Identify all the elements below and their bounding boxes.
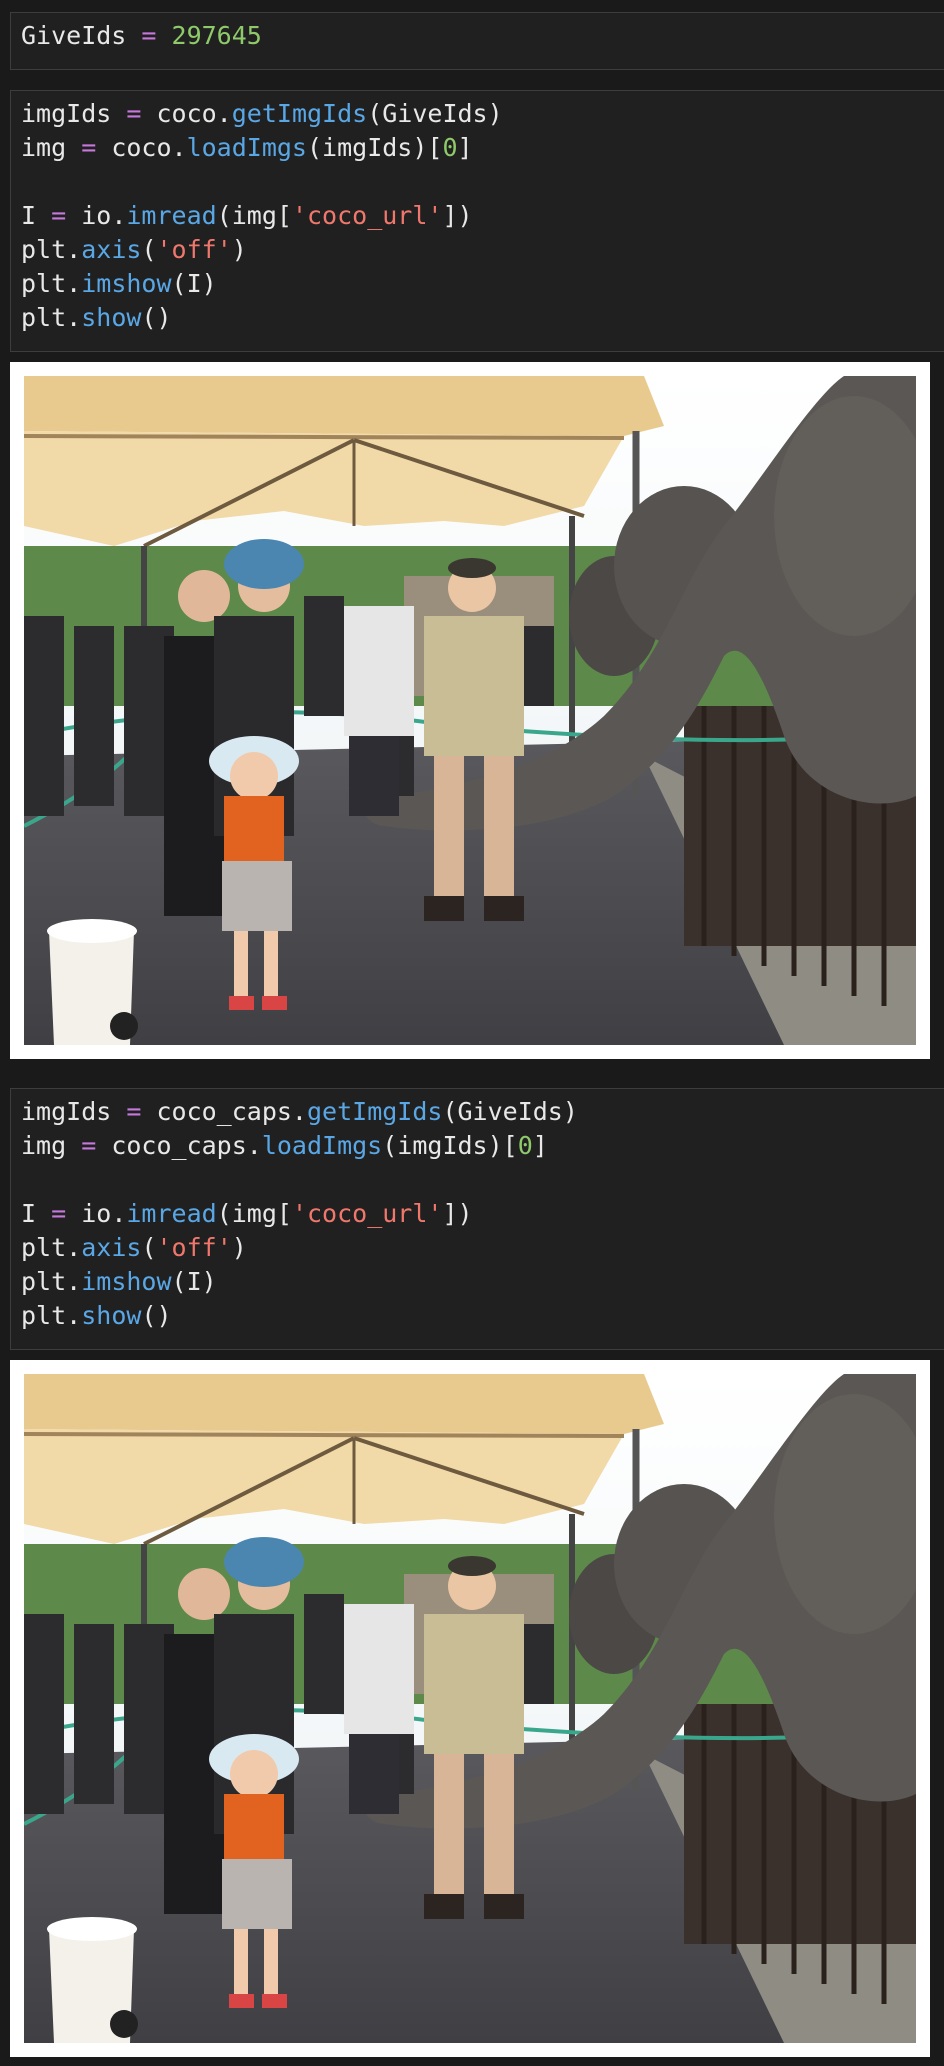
code-token: plt. bbox=[21, 1267, 82, 1296]
code-token: imgIds bbox=[21, 99, 112, 128]
code-line: GiveIds = 297645 bbox=[21, 19, 939, 53]
code-line: plt.axis('off') bbox=[21, 233, 939, 267]
code-token: imread bbox=[126, 201, 217, 230]
code-token: () bbox=[141, 1301, 172, 1330]
code-cell-3[interactable]: imgIds = coco_caps.getImgIds(GiveIds) img… bbox=[10, 1088, 944, 1350]
code-token: coco_caps. bbox=[156, 1097, 307, 1126]
code-line: plt.show() bbox=[21, 1299, 939, 1333]
code-line: imgIds = coco.getImgIds(GiveIds) bbox=[21, 97, 939, 131]
code-token: loadImgs bbox=[186, 133, 307, 162]
code-token: () bbox=[141, 303, 172, 332]
code-token: axis bbox=[81, 1233, 142, 1262]
code-token: = bbox=[111, 1097, 157, 1126]
code-token: ]) bbox=[442, 1199, 473, 1228]
code-token: = bbox=[66, 133, 112, 162]
code-block-1: GiveIds = 297645 bbox=[21, 19, 939, 53]
code-token: img bbox=[21, 1131, 67, 1160]
code-token: plt. bbox=[21, 303, 82, 332]
code-line: imgIds = coco_caps.getImgIds(GiveIds) bbox=[21, 1095, 939, 1129]
code-token: ] bbox=[457, 133, 473, 162]
elephant-feeding-photo bbox=[24, 1374, 916, 2043]
code-token: GiveIds bbox=[21, 21, 127, 50]
code-token: ) bbox=[231, 1233, 247, 1262]
code-token: img bbox=[21, 133, 67, 162]
code-token: (img[ bbox=[216, 201, 292, 230]
code-token: getImgIds bbox=[231, 99, 368, 128]
code-token: = bbox=[36, 1199, 82, 1228]
code-token: coco. bbox=[156, 99, 232, 128]
code-token: io. bbox=[81, 201, 127, 230]
code-token: io. bbox=[81, 1199, 127, 1228]
code-token: plt. bbox=[21, 235, 82, 264]
code-cell-1[interactable]: GiveIds = 297645 bbox=[10, 12, 944, 70]
code-token: (img[ bbox=[216, 1199, 292, 1228]
code-token: = bbox=[66, 1131, 112, 1160]
code-token: ( bbox=[141, 235, 157, 264]
code-token: (GiveIds) bbox=[442, 1097, 578, 1126]
code-token: ) bbox=[231, 235, 247, 264]
output-image-1 bbox=[10, 362, 930, 1059]
code-token: 'coco_url' bbox=[291, 201, 443, 230]
code-token: show bbox=[81, 1301, 142, 1330]
code-token: I bbox=[21, 1199, 37, 1228]
code-line: img = coco_caps.loadImgs(imgIds)[0] bbox=[21, 1129, 939, 1163]
code-token: 'coco_url' bbox=[291, 1199, 443, 1228]
code-token: show bbox=[81, 303, 142, 332]
code-token: 0 bbox=[517, 1131, 533, 1160]
code-token: axis bbox=[81, 235, 142, 264]
elephant-feeding-photo bbox=[24, 376, 916, 1045]
code-token: loadImgs bbox=[261, 1131, 383, 1160]
code-token: imread bbox=[126, 1199, 217, 1228]
code-token: imgIds bbox=[21, 1097, 112, 1126]
code-token: (GiveIds) bbox=[367, 99, 503, 128]
code-token: coco_caps. bbox=[111, 1131, 262, 1160]
code-token: plt. bbox=[21, 1233, 82, 1262]
code-line: I = io.imread(img['coco_url']) bbox=[21, 199, 939, 233]
code-line: plt.axis('off') bbox=[21, 1231, 939, 1265]
code-token: 'off' bbox=[156, 1233, 232, 1262]
code-token: plt. bbox=[21, 269, 82, 298]
code-line: plt.imshow(I) bbox=[21, 1265, 939, 1299]
code-block-3: imgIds = coco_caps.getImgIds(GiveIds) img… bbox=[21, 1095, 939, 1333]
code-line: I = io.imread(img['coco_url']) bbox=[21, 1197, 939, 1231]
code-token: ]) bbox=[442, 201, 473, 230]
code-token: (imgIds)[ bbox=[307, 133, 443, 162]
code-token: plt. bbox=[21, 1301, 82, 1330]
code-token: ( bbox=[141, 1233, 157, 1262]
code-token: getImgIds bbox=[306, 1097, 443, 1126]
code-token: (I) bbox=[171, 1267, 217, 1296]
code-token: = bbox=[111, 99, 157, 128]
code-line: plt.imshow(I) bbox=[21, 267, 939, 301]
code-token: = bbox=[36, 201, 82, 230]
code-token: = bbox=[126, 21, 172, 50]
code-token: I bbox=[21, 201, 37, 230]
code-line: img = coco.loadImgs(imgIds)[0] bbox=[21, 131, 939, 165]
code-token: 297645 bbox=[171, 21, 262, 50]
code-token: coco. bbox=[111, 133, 187, 162]
code-cell-2[interactable]: imgIds = coco.getImgIds(GiveIds) img = co… bbox=[10, 90, 944, 352]
code-token: 'off' bbox=[156, 235, 232, 264]
code-token: ] bbox=[532, 1131, 548, 1160]
output-image-2 bbox=[10, 1360, 930, 2057]
code-line: plt.show() bbox=[21, 301, 939, 335]
code-token: imshow bbox=[81, 1267, 172, 1296]
code-token: (I) bbox=[171, 269, 217, 298]
code-block-2: imgIds = coco.getImgIds(GiveIds) img = co… bbox=[21, 97, 939, 335]
code-token: imshow bbox=[81, 269, 172, 298]
code-token: (imgIds)[ bbox=[382, 1131, 518, 1160]
code-token: 0 bbox=[442, 133, 458, 162]
